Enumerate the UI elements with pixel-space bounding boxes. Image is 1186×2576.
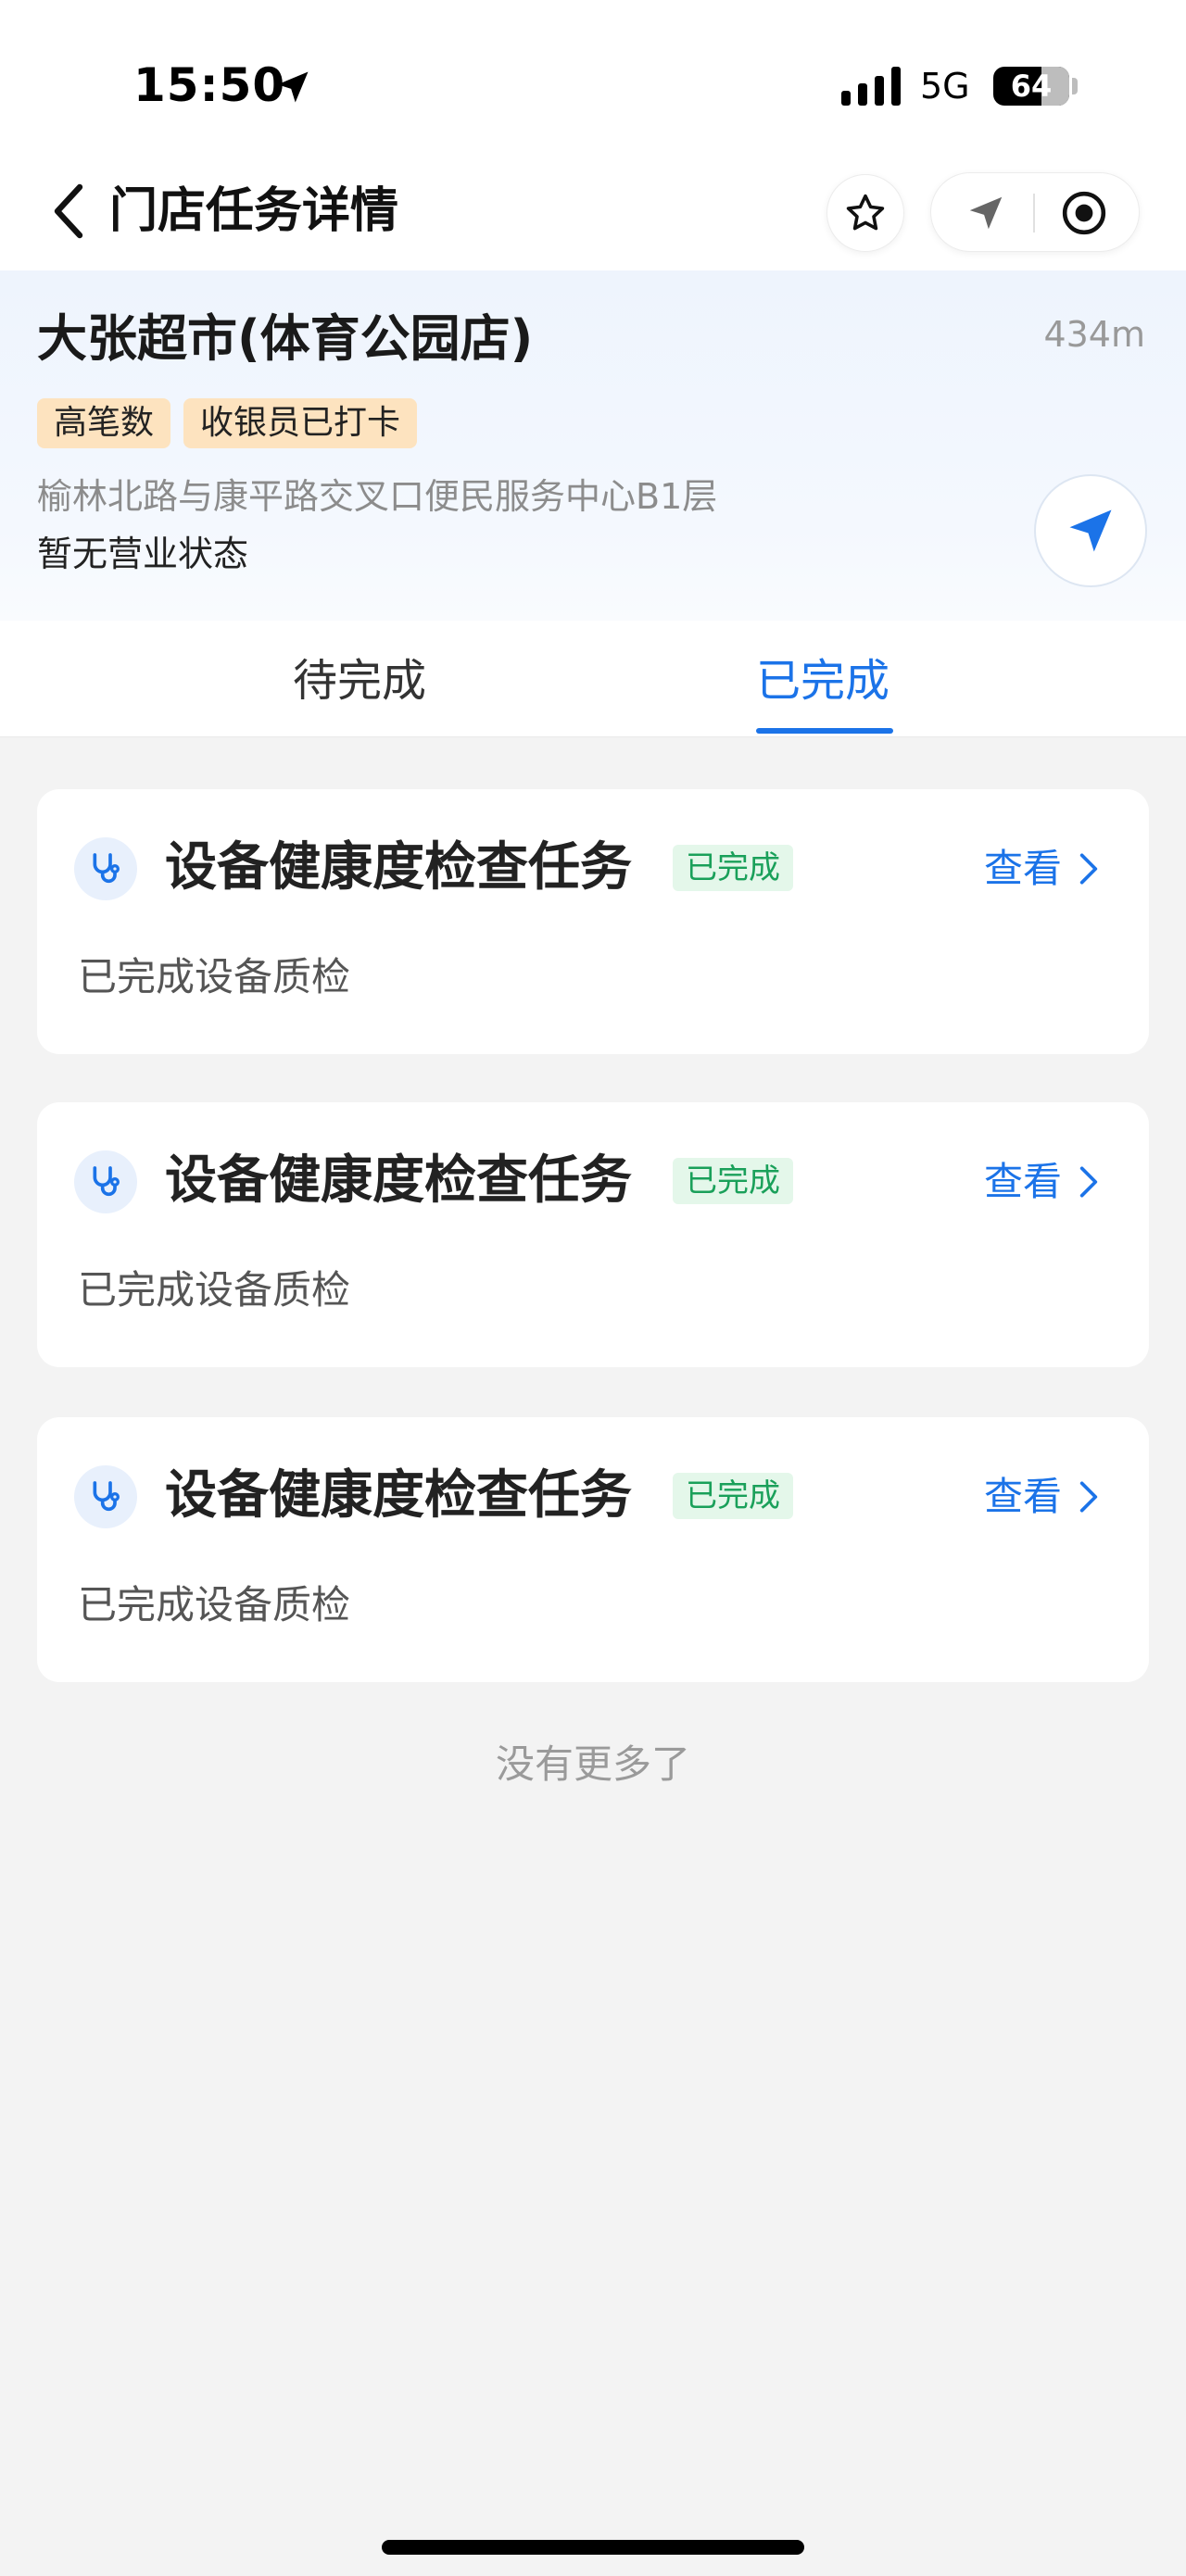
network-type: 5G [920, 66, 970, 107]
signal-strength-icon [841, 67, 901, 106]
location-arrow-icon [277, 71, 309, 103]
status-badge: 已完成 [673, 1158, 793, 1204]
store-tags: 高笔数 收银员已打卡 [37, 398, 418, 448]
view-label: 查看 [983, 1159, 1062, 1204]
navigate-button[interactable] [1034, 474, 1147, 587]
store-address: 榆林北路与康平路交叉口便民服务中心B1层 [37, 476, 718, 517]
stethoscope-icon [74, 1465, 137, 1528]
task-title: 设备健康度检查任务 [165, 1150, 632, 1211]
store-distance: 434m [1043, 314, 1145, 355]
task-description: 已完成设备质检 [78, 1582, 351, 1627]
task-card[interactable]: 设备健康度检查任务 已完成 查看 已完成设备质检 [37, 1417, 1149, 1682]
business-status: 暂无营业状态 [37, 534, 249, 574]
page-title: 门店任务详情 [109, 183, 399, 239]
store-tag: 收银员已打卡 [183, 398, 418, 448]
view-label: 查看 [983, 846, 1062, 891]
navigation-arrow-icon [1069, 509, 1112, 552]
view-link[interactable]: 查看 [984, 1471, 1099, 1523]
task-tabs: 待完成 已完成 [0, 621, 1186, 737]
task-description: 已完成设备质检 [78, 954, 351, 999]
store-name: 大张超市(体育公园店) [37, 309, 534, 368]
store-tag: 高笔数 [37, 398, 171, 448]
status-badge: 已完成 [673, 845, 793, 891]
task-title: 设备健康度检查任务 [165, 837, 632, 898]
favorite-button[interactable] [826, 174, 904, 252]
mini-program-capsule [930, 172, 1140, 252]
view-link[interactable]: 查看 [984, 843, 1099, 895]
view-label: 查看 [983, 1474, 1062, 1519]
tab-pending[interactable]: 待完成 [293, 654, 426, 708]
chevron-right-icon [1079, 1166, 1098, 1198]
task-card[interactable]: 设备健康度检查任务 已完成 查看 已完成设备质检 [37, 789, 1149, 1054]
status-time: 15:50 [133, 58, 286, 112]
top-bar-area: 15:50 5G 64 门店任务详情 [0, 0, 1186, 270]
no-more-text: 没有更多了 [495, 1741, 690, 1787]
task-card[interactable]: 设备健康度检查任务 已完成 查看 已完成设备质检 [37, 1102, 1149, 1367]
back-chevron-icon[interactable] [50, 182, 87, 241]
task-description: 已完成设备质检 [78, 1267, 351, 1313]
stethoscope-icon [74, 1150, 137, 1213]
home-indicator[interactable] [382, 2540, 804, 2555]
battery-icon: 64 [993, 67, 1069, 106]
task-title: 设备健康度检查任务 [165, 1465, 632, 1526]
star-icon [846, 194, 885, 231]
battery-cap [1072, 78, 1078, 94]
chevron-right-icon [1079, 853, 1098, 885]
chevron-right-icon [1079, 1481, 1098, 1513]
tab-completed[interactable]: 已完成 [756, 654, 890, 708]
status-badge: 已完成 [673, 1473, 793, 1519]
target-icon[interactable] [1061, 190, 1107, 236]
capsule-divider [1033, 194, 1035, 232]
view-link[interactable]: 查看 [984, 1156, 1099, 1208]
active-tab-indicator [756, 728, 893, 734]
battery-level-text: 64 [1010, 69, 1053, 104]
navigation-arrow-icon[interactable] [965, 192, 1007, 234]
stethoscope-icon [74, 837, 137, 900]
